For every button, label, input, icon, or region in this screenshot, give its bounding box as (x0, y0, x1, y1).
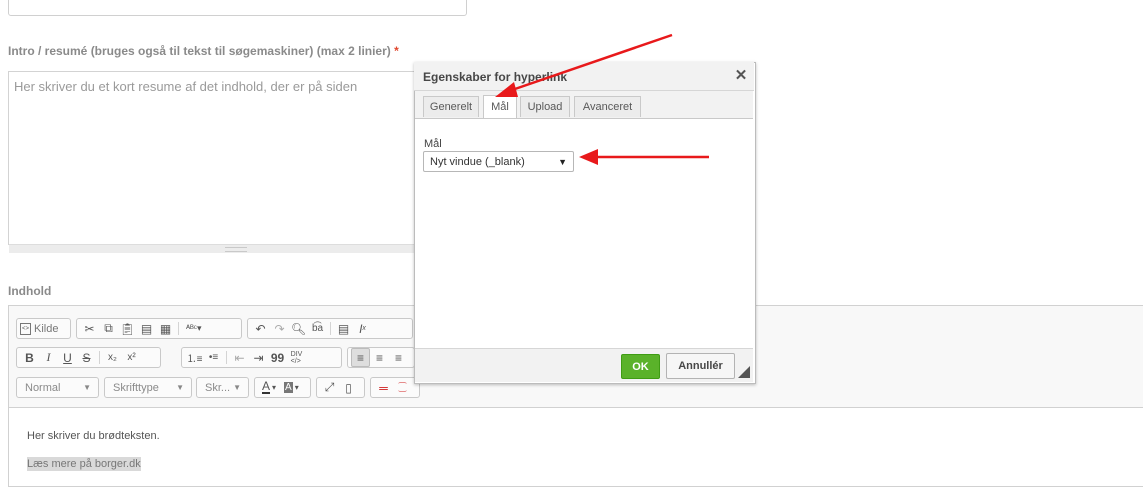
source-icon: <> (20, 322, 31, 335)
font-dropdown[interactable]: Skrifttype ▼ (104, 377, 192, 398)
replace-icon[interactable]: b͡a (308, 319, 327, 338)
close-icon[interactable]: ✕ (733, 67, 749, 84)
tab-maal[interactable]: Mål (483, 95, 517, 118)
align-right-icon[interactable]: ≡ (389, 348, 408, 367)
editor-link[interactable]: Læs mere på borger.dk (27, 457, 141, 471)
find-icon[interactable]: 🔍︎ (289, 319, 308, 338)
underline-button[interactable]: U (58, 348, 77, 367)
bold-button[interactable]: B (20, 348, 39, 367)
required-marker: * (394, 44, 399, 58)
cut-icon[interactable]: ✂ (80, 319, 99, 338)
blockquote-button[interactable]: 99 (268, 348, 287, 367)
chevron-down-icon: ▼ (83, 383, 91, 392)
copy-icon[interactable]: ⧉ (99, 319, 118, 338)
toolbar-separator (99, 351, 100, 364)
tools-group: ⤢ ▯ (316, 377, 365, 398)
source-button[interactable]: <> Kilde (16, 318, 71, 339)
undo-icon[interactable]: ↶ (251, 319, 270, 338)
selected-link-text[interactable]: Læs mere på borger.dk (27, 457, 141, 471)
target-select-value: Nyt vindue (_blank) (430, 155, 525, 168)
toolbar-separator (330, 322, 331, 335)
extra-group: ═ ⁐ (370, 377, 420, 398)
select-all-icon[interactable]: ▤ (334, 319, 353, 338)
alignment-group: ≡ ≡ ≡ (347, 347, 415, 368)
dialog-resize-icon[interactable] (738, 366, 750, 378)
bullet-list-icon[interactable]: •≡ (204, 348, 223, 367)
decrease-indent-icon[interactable]: ⇤ (230, 348, 249, 367)
page-break-icon[interactable]: ⁐ (393, 378, 412, 397)
previous-input-field[interactable] (8, 0, 467, 16)
paste-text-icon[interactable]: ▤ (137, 319, 156, 338)
remove-format-icon[interactable]: Ix (353, 319, 372, 338)
bg-color-icon: A (284, 382, 293, 393)
italic-button[interactable]: I (39, 348, 58, 367)
chevron-down-icon: ▼ (176, 383, 184, 392)
content-label: Indhold (8, 284, 52, 298)
div-container-icon[interactable]: DIV </> (287, 348, 306, 367)
undo-group: ↶ ↷ 🔍︎ b͡a ▤ Ix (247, 318, 413, 339)
source-label: Kilde (34, 322, 59, 335)
cancel-button[interactable]: Annullér (666, 353, 735, 379)
superscript-button[interactable]: x² (122, 348, 141, 367)
target-select[interactable]: Nyt vindue (_blank) ▼ (423, 151, 574, 172)
align-center-icon[interactable]: ≡ (370, 348, 389, 367)
horizontal-rule-icon[interactable]: ═ (374, 378, 393, 397)
paste-word-icon[interactable]: ▦ (156, 319, 175, 338)
toolbar-separator (226, 351, 227, 364)
editor-paragraph[interactable]: Her skriver du brødteksten. (27, 430, 160, 442)
tab-generelt[interactable]: Generelt (423, 96, 479, 117)
redo-icon[interactable]: ↷ (270, 319, 289, 338)
intro-textarea[interactable]: Her skriver du et kort resume af det ind… (8, 71, 463, 245)
clipboard-group: ✂ ⧉ 📋︎ ▤ ▦ ᴬᴮᶜ▾ (76, 318, 242, 339)
text-color-button[interactable]: A ▾ (258, 378, 280, 397)
show-blocks-icon[interactable]: ▯ (339, 378, 358, 397)
tab-upload[interactable]: Upload (520, 96, 570, 117)
ok-button[interactable]: OK (621, 354, 660, 379)
dialog-title: Egenskaber for hyperlink (423, 70, 568, 84)
size-dropdown[interactable]: Skr... ▼ (196, 377, 249, 398)
maximize-icon[interactable]: ⤢ (320, 378, 339, 397)
color-group: A ▾ A ▾ (254, 377, 311, 398)
size-value: Skr... (205, 381, 231, 394)
numbered-list-icon[interactable]: ⒈≡ (185, 348, 204, 367)
align-left-icon[interactable]: ≡ (351, 348, 370, 367)
intro-label: Intro / resumé (bruges også til tekst ti… (8, 44, 399, 58)
target-label: Mål (424, 138, 442, 150)
strikethrough-button[interactable]: S (77, 348, 96, 367)
spellcheck-icon[interactable]: ᴬᴮᶜ▾ (182, 319, 206, 338)
text-color-icon: A (262, 379, 271, 394)
list-group: ⒈≡ •≡ ⇤ ⇥ 99 DIV </> (181, 347, 342, 368)
toolbar-separator (178, 322, 179, 335)
resize-grip-icon[interactable] (225, 247, 247, 252)
bg-color-button[interactable]: A ▾ (280, 378, 303, 397)
format-value: Normal (25, 381, 61, 394)
increase-indent-icon[interactable]: ⇥ (249, 348, 268, 367)
font-value: Skrifttype (113, 381, 159, 394)
chevron-down-icon: ▼ (233, 383, 241, 392)
chevron-down-icon: ▼ (558, 156, 567, 167)
paste-icon[interactable]: 📋︎ (118, 319, 137, 338)
intro-label-text: Intro / resumé (bruges også til tekst ti… (8, 44, 391, 58)
tab-avanceret[interactable]: Avanceret (574, 96, 641, 117)
intro-placeholder: Her skriver du et kort resume af det ind… (14, 79, 358, 94)
format-dropdown[interactable]: Normal ▼ (16, 377, 99, 398)
subscript-button[interactable]: x₂ (103, 348, 122, 367)
basic-styles-group: B I U S x₂ x² (16, 347, 161, 368)
